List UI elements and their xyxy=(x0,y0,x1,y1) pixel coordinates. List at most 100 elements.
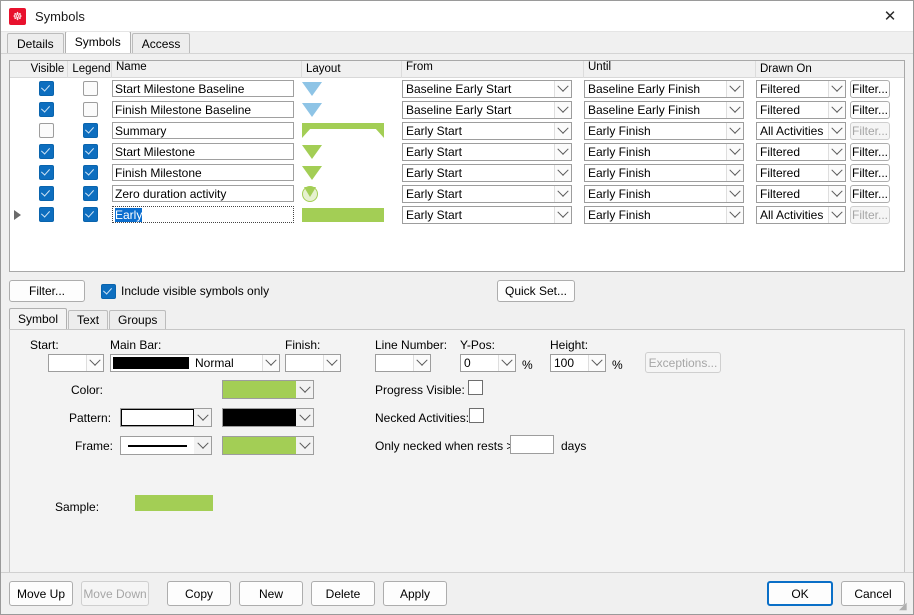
resize-grip-icon[interactable]: ◢ xyxy=(899,601,911,613)
move-up-button[interactable]: Move Up xyxy=(9,581,73,606)
line-number-combo[interactable] xyxy=(375,354,431,372)
row-name-input[interactable]: Summary xyxy=(112,122,294,139)
frame-color-combo[interactable] xyxy=(222,436,314,455)
color-combo[interactable] xyxy=(222,380,314,399)
visible-checkbox[interactable] xyxy=(38,123,54,138)
row-filter-button[interactable]: Filter... xyxy=(850,184,890,203)
drawn-on-combo[interactable]: Filtered xyxy=(756,100,846,119)
delete-button[interactable]: Delete xyxy=(311,581,375,606)
visible-checkbox[interactable] xyxy=(38,165,54,180)
row-filter-button[interactable]: Filter... xyxy=(850,142,890,161)
exceptions-button[interactable]: Exceptions... xyxy=(645,352,721,373)
row-name-input[interactable]: Early xyxy=(112,206,294,223)
until-combo[interactable]: Early Finish xyxy=(584,142,744,161)
until-combo[interactable]: Early Finish xyxy=(584,184,744,203)
visible-checkbox[interactable] xyxy=(38,186,54,201)
pattern-color-combo[interactable] xyxy=(222,408,314,427)
table-row[interactable]: Zero duration activity Early Start Early F… xyxy=(10,183,904,204)
row-filter-button[interactable]: Filter... xyxy=(850,100,890,119)
sample-preview xyxy=(135,495,213,511)
row-name-input[interactable]: Zero duration activity xyxy=(112,185,294,202)
row-name-input[interactable]: Start Milestone Baseline xyxy=(112,80,294,97)
drawn-on-combo[interactable]: Filtered xyxy=(756,163,846,182)
row-layout-cell xyxy=(302,81,402,96)
drawn-on-combo[interactable]: All Activities xyxy=(756,205,846,224)
row-name-input[interactable]: Start Milestone xyxy=(112,143,294,160)
row-filter-button[interactable]: Filter... xyxy=(850,79,890,98)
table-row[interactable]: Start Milestone Baseline Baseline Early S… xyxy=(10,78,904,99)
drawn-on-combo[interactable]: Filtered xyxy=(756,79,846,98)
cancel-button[interactable]: Cancel xyxy=(841,581,905,606)
frame-style-combo[interactable] xyxy=(120,436,212,455)
row-legend-cell xyxy=(68,165,112,180)
row-filter-button[interactable]: Filter... xyxy=(850,163,890,182)
drawn-on-combo[interactable]: Filtered xyxy=(756,184,846,203)
necked-activities-checkbox[interactable] xyxy=(469,408,484,423)
legend-checkbox[interactable] xyxy=(82,123,98,138)
until-combo[interactable]: Baseline Early Finish xyxy=(584,79,744,98)
from-combo[interactable]: Early Start xyxy=(402,142,572,161)
tab-text[interactable]: Text xyxy=(68,310,109,329)
drawn-on-combo[interactable]: Filtered xyxy=(756,142,846,161)
from-combo[interactable]: Baseline Early Start xyxy=(402,100,572,119)
legend-checkbox[interactable] xyxy=(82,81,98,96)
pattern-label: Pattern: xyxy=(69,411,112,425)
height-unit: % xyxy=(612,358,623,372)
row-name-input[interactable]: Finish Milestone xyxy=(112,164,294,181)
new-button[interactable]: New xyxy=(239,581,303,606)
copy-button[interactable]: Copy xyxy=(167,581,231,606)
legend-checkbox[interactable] xyxy=(82,102,98,117)
table-row[interactable]: Start Milestone Early Start Early Finish Fi… xyxy=(10,141,904,162)
table-row[interactable]: Early Early Start Early Finish All Activiti… xyxy=(10,204,904,225)
table-row[interactable]: Finish Milestone Baseline Baseline Early … xyxy=(10,99,904,120)
row-filter-button[interactable]: Filter... xyxy=(850,205,890,224)
until-combo[interactable]: Early Finish xyxy=(584,205,744,224)
apply-button[interactable]: Apply xyxy=(383,581,447,606)
visible-checkbox[interactable] xyxy=(38,102,54,117)
legend-checkbox[interactable] xyxy=(82,144,98,159)
from-combo[interactable]: Early Start xyxy=(402,205,572,224)
tab-symbol[interactable]: Symbol xyxy=(9,308,68,329)
from-combo[interactable]: Early Start xyxy=(402,121,572,140)
move-down-button[interactable]: Move Down xyxy=(81,581,149,606)
tab-groups[interactable]: Groups xyxy=(109,310,167,329)
table-row[interactable]: Finish Milestone Early Start Early Finish F… xyxy=(10,162,904,183)
tab-access[interactable]: Access xyxy=(131,33,191,53)
include-visible-checkbox[interactable] xyxy=(101,283,116,299)
legend-checkbox[interactable] xyxy=(82,165,98,180)
from-combo[interactable]: Baseline Early Start xyxy=(402,79,572,98)
height-combo[interactable]: 100 xyxy=(550,354,606,372)
ypos-combo[interactable]: 0 xyxy=(460,354,516,372)
row-name-input[interactable]: Finish Milestone Baseline xyxy=(112,101,294,118)
tab-details[interactable]: Details xyxy=(7,33,64,53)
finish-combo[interactable] xyxy=(285,354,341,372)
visible-checkbox[interactable] xyxy=(38,81,54,96)
chevron-down-icon xyxy=(726,80,743,97)
from-combo[interactable]: Early Start xyxy=(402,163,572,182)
table-row[interactable]: Summary Early Start Early Finish All Activi… xyxy=(10,120,904,141)
legend-checkbox[interactable] xyxy=(82,207,98,222)
until-combo[interactable]: Early Finish xyxy=(584,121,744,140)
sample-label: Sample: xyxy=(55,500,100,514)
drawn-on-combo[interactable]: All Activities xyxy=(756,121,846,140)
until-combo-value: Baseline Early Finish xyxy=(585,101,726,118)
close-icon[interactable]: ✕ xyxy=(867,1,913,30)
visible-checkbox[interactable] xyxy=(38,144,54,159)
row-filter-button[interactable]: Filter... xyxy=(850,121,890,140)
pattern-style-combo[interactable] xyxy=(120,408,212,427)
ok-button[interactable]: OK xyxy=(767,581,833,606)
filter-button[interactable]: Filter... xyxy=(9,280,85,302)
start-combo[interactable] xyxy=(48,354,104,372)
tab-symbols[interactable]: Symbols xyxy=(64,31,131,53)
chevron-down-icon xyxy=(554,164,571,181)
legend-checkbox[interactable] xyxy=(82,186,98,201)
until-combo[interactable]: Baseline Early Finish xyxy=(584,100,744,119)
visible-checkbox[interactable] xyxy=(38,207,54,222)
quick-set-button[interactable]: Quick Set... xyxy=(497,280,575,302)
until-combo[interactable]: Early Finish xyxy=(584,163,744,182)
only-necked-days-input[interactable] xyxy=(510,435,554,454)
start-combo-value xyxy=(49,355,86,371)
from-combo[interactable]: Early Start xyxy=(402,184,572,203)
main-bar-combo[interactable]: Normal xyxy=(110,354,280,372)
progress-visible-checkbox[interactable] xyxy=(468,380,483,395)
